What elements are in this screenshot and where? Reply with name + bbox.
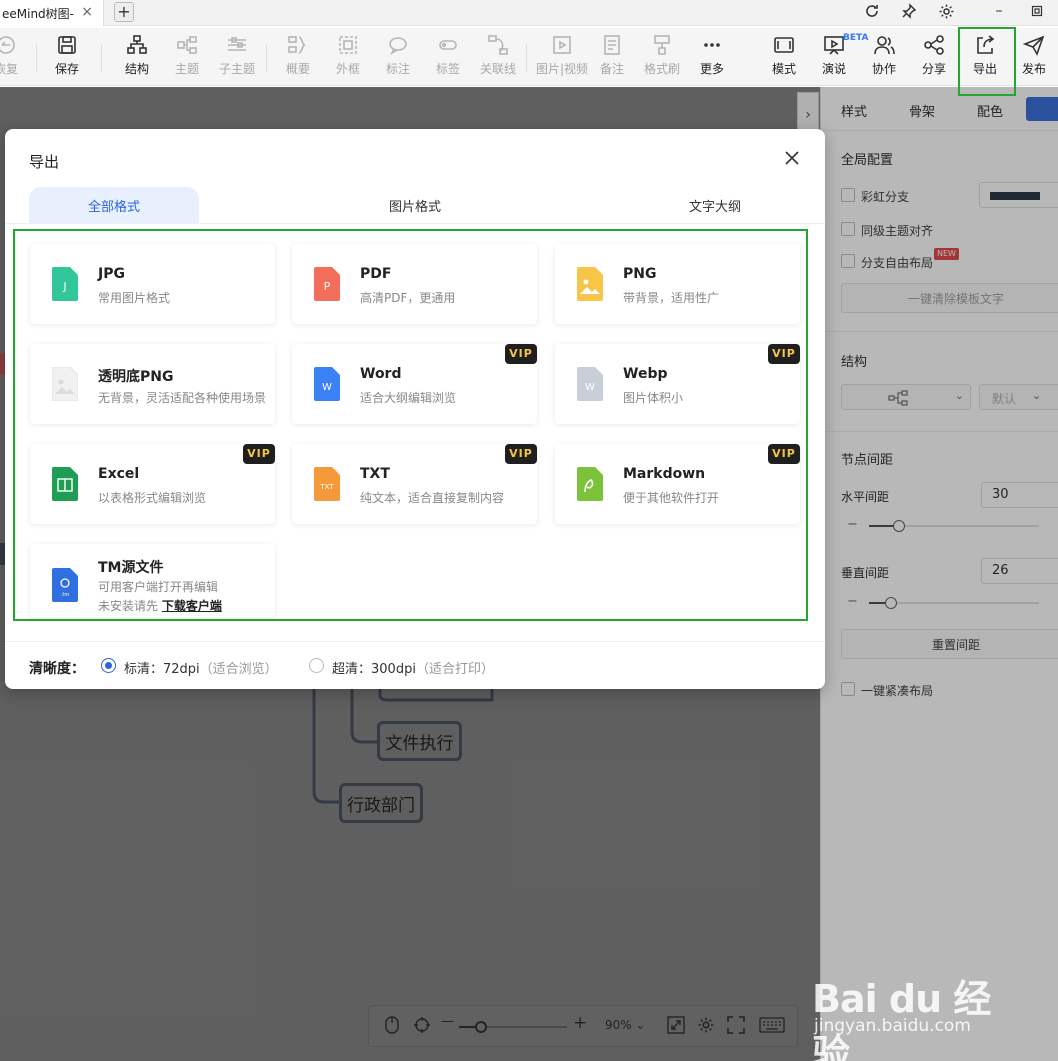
- minimize-button[interactable]: –: [988, 0, 1010, 22]
- standard-option-label: 标清：72dpi（适合浏览）: [124, 662, 278, 677]
- beta-badge: BETA: [843, 33, 869, 43]
- more-button[interactable]: 更多: [692, 34, 732, 82]
- tab-all-formats[interactable]: 全部格式: [29, 187, 199, 223]
- radio-standard-72dpi[interactable]: [101, 658, 116, 673]
- close-icon[interactable]: [783, 149, 801, 167]
- toolbar-divider: [266, 44, 267, 72]
- export-dialog: 导出 全部格式 图片格式 文字大纲 J JPG 常用图片格式 P PDF 高清P…: [5, 129, 825, 689]
- pin-icon[interactable]: [898, 0, 920, 22]
- collaborate-button[interactable]: 协作: [864, 34, 904, 82]
- tag-button[interactable]: 标签: [428, 34, 468, 82]
- subtopic-button[interactable]: 子主题: [217, 34, 257, 82]
- settings-gear-icon[interactable]: [935, 0, 957, 22]
- toolbar-divider: [526, 44, 527, 72]
- undo-button[interactable]: 恢复: [0, 34, 26, 82]
- format-grid-highlight: [13, 229, 808, 621]
- share-button[interactable]: 分享: [914, 34, 954, 82]
- export-button-highlight: [958, 27, 1016, 96]
- main-toolbar: 恢复 保存 结构 主题 子主题 概要 外框 标注 标签 关联线 图片|视频: [0, 28, 1058, 86]
- document-tab[interactable]: eeMind树图- ×: [0, 0, 104, 26]
- publish-button[interactable]: 发布: [1014, 34, 1054, 82]
- title-bar: eeMind树图- × + –: [0, 0, 1058, 26]
- format-tabs: 全部格式 图片格式 文字大纲: [5, 187, 825, 224]
- tab-close-icon[interactable]: ×: [81, 4, 93, 20]
- clarity-label: 清晰度：: [29, 661, 85, 677]
- frame-button[interactable]: 外框: [328, 34, 368, 82]
- summary-button[interactable]: 概要: [278, 34, 318, 82]
- toolbar-divider: [36, 44, 37, 72]
- toolbar-divider: [101, 44, 102, 72]
- tab-title: eeMind树图-: [2, 6, 75, 21]
- tab-image-formats[interactable]: 图片格式: [330, 187, 500, 223]
- hd-option-label: 超清：300dpi（适合打印）: [332, 662, 494, 677]
- save-button[interactable]: 保存: [47, 34, 87, 82]
- baidu-jingyan-watermark: Bai du 经验 jingyan.baidu.com: [812, 977, 991, 1061]
- refresh-icon[interactable]: [861, 0, 883, 22]
- relation-line-button[interactable]: 关联线: [478, 34, 518, 82]
- topic-button[interactable]: 主题: [167, 34, 207, 82]
- callout-button[interactable]: 标注: [378, 34, 418, 82]
- structure-button[interactable]: 结构: [117, 34, 157, 82]
- radio-hd-300dpi[interactable]: [309, 658, 324, 673]
- tab-text-outline[interactable]: 文字大纲: [630, 187, 800, 223]
- format-brush-button[interactable]: 格式刷: [642, 34, 682, 82]
- note-button[interactable]: 备注: [592, 34, 632, 82]
- image-video-button[interactable]: 图片|视频: [536, 34, 588, 82]
- maximize-button[interactable]: [1026, 0, 1048, 22]
- clarity-footer: 清晰度： 标清：72dpi（适合浏览） 超清：300dpi（适合打印）: [5, 641, 825, 689]
- dialog-title: 导出: [29, 153, 60, 171]
- new-tab-button[interactable]: +: [114, 2, 134, 22]
- mode-button[interactable]: 模式: [764, 34, 804, 82]
